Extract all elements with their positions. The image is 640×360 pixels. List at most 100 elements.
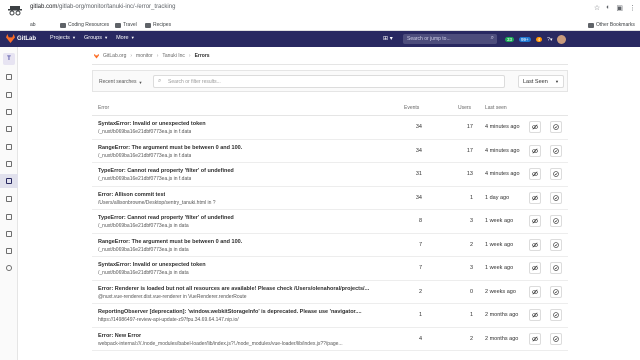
sidebar-repository-icon[interactable] [5, 91, 13, 99]
error-title[interactable]: TypeError: Cannot read property 'filter'… [98, 215, 234, 221]
ignore-button[interactable] [529, 121, 541, 133]
error-title[interactable]: SyntaxError: Invalid or unexpected token [98, 121, 206, 127]
sidebar-security-icon[interactable] [5, 160, 13, 168]
ignore-button[interactable] [529, 262, 541, 274]
menu-icon[interactable]: ⋮ [629, 4, 636, 12]
extension-icon[interactable]: ◐ [606, 4, 610, 12]
bookmark-label: Travel [123, 22, 137, 28]
error-last-seen: 2 months ago [485, 312, 519, 318]
table-row[interactable]: Error: Allison commit test/Users/allison… [92, 187, 568, 210]
nav-projects[interactable]: Projects ▼ [50, 35, 76, 41]
breadcrumb-item[interactable]: Tanuki Inc [162, 53, 185, 59]
error-title[interactable]: ReportingObserver [deprecation]: 'window… [98, 309, 362, 315]
error-title[interactable]: RangeError: The argument must be between… [98, 145, 242, 151]
sidebar-settings-icon[interactable] [5, 264, 13, 272]
merge-requests-badge[interactable]: 99+ [519, 37, 531, 42]
table-row[interactable]: TypeError: Cannot read property 'filter'… [92, 210, 568, 234]
ignore-button[interactable] [529, 144, 541, 157]
table-row[interactable]: RangeError: The argument must be between… [92, 234, 568, 257]
table-row[interactable]: TypeError: Cannot read property 'filter'… [92, 163, 568, 187]
ignore-button[interactable] [529, 309, 541, 321]
error-location: https://14986497-review-api-update-z97fp… [98, 317, 239, 323]
merge-icon [6, 126, 12, 132]
breadcrumb-item[interactable]: monitor [136, 53, 153, 59]
sidebar-packages-icon[interactable] [5, 195, 13, 203]
global-search-input[interactable]: Search or jump to... ⌕ [403, 34, 497, 44]
new-item-plus-icon[interactable]: ⊞ ▾ [383, 35, 393, 42]
resolve-button[interactable] [550, 215, 562, 227]
error-events-count: 8 [418, 218, 422, 224]
error-title[interactable]: Error: Allison commit test [98, 192, 165, 198]
error-users-count: 17 [466, 147, 473, 154]
sidebar-merge-requests-icon[interactable] [5, 125, 13, 133]
user-avatar[interactable] [557, 35, 567, 44]
search-placeholder: Search or jump to... [407, 36, 451, 42]
resolve-button[interactable] [550, 168, 562, 180]
bookmark-folder-coding[interactable]: Coding Resources [60, 22, 109, 28]
error-title[interactable]: TypeError: Cannot read property 'filter'… [98, 168, 234, 174]
breadcrumb-current[interactable]: Errors [195, 53, 210, 59]
ignore-button[interactable] [529, 215, 541, 227]
sidebar-wiki-icon[interactable] [5, 230, 13, 238]
column-header-last-seen[interactable]: Last seen [485, 105, 507, 111]
table-row[interactable]: Error: Renderer is loaded but not all re… [92, 281, 568, 304]
table-row[interactable]: ReportingObserver [deprecation]: 'window… [92, 304, 568, 328]
bookmark-folder-recipes[interactable]: Recipes [145, 22, 171, 28]
filter-search-input[interactable]: ⌕ Search or filter results... [153, 75, 505, 88]
table-row[interactable]: RangeError: The argument must be between… [92, 140, 568, 163]
home-icon [6, 74, 12, 80]
sidebar-issues-icon[interactable] [5, 108, 13, 116]
ignore-button[interactable] [529, 168, 541, 180]
resolve-button[interactable] [550, 309, 562, 321]
extension-icon-2[interactable]: ▣ [616, 4, 623, 12]
ignore-button[interactable] [529, 285, 541, 298]
sidebar-analytics-icon[interactable] [5, 213, 13, 221]
project-avatar[interactable]: T [3, 53, 15, 65]
resolve-button[interactable] [550, 121, 562, 133]
other-bookmarks[interactable]: Other Bookmarks [588, 22, 635, 28]
nav-more[interactable]: More ▼ [116, 35, 135, 41]
error-title[interactable]: Error: Renderer is loaded but not all re… [98, 286, 369, 292]
sidebar-project-overview-icon[interactable] [5, 73, 13, 81]
table-row[interactable]: SyntaxError: Invalid or unexpected token… [92, 257, 568, 281]
ignore-button[interactable] [529, 238, 541, 251]
resolve-button[interactable] [550, 191, 562, 204]
browser-toolbar-icons: ☆ ◐ ▣ ⋮ [594, 4, 636, 12]
bookmark-folder-travel[interactable]: Travel [115, 22, 137, 28]
url-field[interactable]: gitlab.com/gitlab-org/monitor/tanuki-inc… [30, 4, 175, 10]
column-header-users[interactable]: Users [458, 105, 471, 111]
resolve-button[interactable] [550, 144, 562, 157]
error-title[interactable]: RangeError: The argument must be between… [98, 239, 242, 245]
resolve-button[interactable] [550, 285, 562, 298]
url-host: gitlab.com [30, 4, 58, 10]
bookmark-item[interactable]: ab [30, 22, 36, 28]
column-header-events[interactable]: Events [404, 105, 419, 111]
sidebar-operations-icon[interactable] [0, 174, 18, 188]
chevron-down-icon: ▼ [555, 79, 559, 84]
ignore-button[interactable] [529, 191, 541, 204]
breadcrumb-item[interactable]: GitLab.org [103, 53, 126, 59]
bookmark-star-icon[interactable]: ☆ [594, 4, 600, 12]
table-row[interactable]: SyntaxError: Invalid or unexpected token… [92, 116, 568, 140]
check-circle-icon [553, 288, 559, 295]
sidebar-cicd-icon[interactable] [5, 143, 13, 151]
table-row[interactable]: Error: New Error webpack-internal:///./no… [92, 328, 568, 351]
project-sidebar: T [0, 47, 18, 360]
sidebar-snippets-icon[interactable] [5, 247, 13, 255]
error-title[interactable]: SyntaxError: Invalid or unexpected token [98, 262, 206, 268]
sort-dropdown[interactable]: Last Seen ▼ [518, 75, 564, 88]
error-last-seen: 1 week ago [485, 218, 514, 224]
error-events-count: 34 [415, 194, 422, 201]
recent-searches-dropdown[interactable]: Recent searches ▼ [99, 77, 152, 87]
ignore-button[interactable] [529, 332, 541, 345]
issues-badge[interactable]: 33 [505, 37, 515, 42]
help-icon[interactable]: ?▾ [547, 37, 552, 43]
resolve-button[interactable] [550, 238, 562, 251]
resolve-button[interactable] [550, 262, 562, 274]
nav-groups[interactable]: Groups ▼ [84, 35, 108, 41]
error-events-count: 7 [418, 241, 422, 248]
todos-badge[interactable]: 4 [535, 37, 543, 42]
error-title[interactable]: Error: New Error [98, 333, 141, 339]
resolve-button[interactable] [550, 332, 562, 345]
gitlab-logo[interactable]: GitLab [6, 34, 36, 43]
